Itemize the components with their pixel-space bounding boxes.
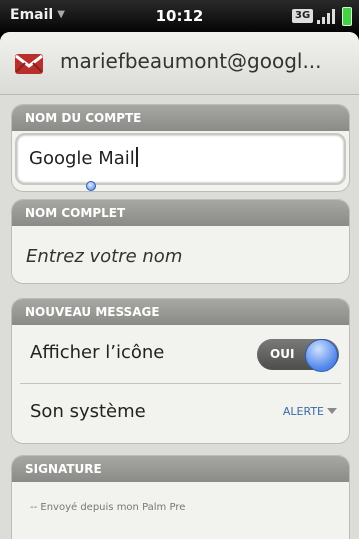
show-icon-row: Afficher l’icône OUI — [12, 325, 349, 383]
battery-icon — [342, 7, 352, 26]
show-icon-toggle[interactable]: OUI — [257, 339, 339, 372]
text-caret — [135, 147, 138, 167]
system-sound-label: Son système — [30, 401, 146, 422]
account-email: mariefbeaumont@googl... — [60, 49, 322, 73]
toggle-knob — [305, 339, 338, 372]
signal-bars-icon — [317, 9, 337, 24]
account-name-value: Google Mail — [29, 147, 138, 169]
signature-input[interactable]: -- Envoyé depuis mon Palm Pre — [30, 502, 185, 513]
system-sound-row[interactable]: Son système ALERTE — [12, 384, 349, 442]
show-icon-label: Afficher l’icône — [30, 342, 165, 363]
mail-envelope-icon — [15, 54, 43, 74]
cursor-handle-icon[interactable] — [86, 181, 96, 191]
section-title: NOM DU COMPTE — [12, 105, 349, 131]
section-title: NOUVEAU MESSAGE — [12, 299, 349, 325]
signature-section: SIGNATURE -- Envoyé depuis mon Palm Pre — [11, 455, 350, 539]
system-sound-select[interactable]: ALERTE — [283, 405, 337, 418]
dropdown-arrow-icon — [327, 408, 337, 414]
account-name-section: NOM DU COMPTE Google Mail — [11, 104, 350, 192]
section-title: NOM COMPLET — [12, 200, 349, 226]
status-bar: Email ▼ 10:12 3G — [0, 0, 359, 32]
full-name-input[interactable]: Entrez votre nom — [26, 246, 182, 267]
new-message-section: NOUVEAU MESSAGE Afficher l’icône OUI Son… — [11, 298, 350, 444]
section-title: SIGNATURE — [12, 456, 349, 482]
account-preferences-screen: mariefbeaumont@googl... NOM DU COMPTE Go… — [0, 32, 359, 539]
account-name-input[interactable]: Google Mail — [15, 133, 346, 185]
page-header: mariefbeaumont@googl... — [0, 32, 359, 95]
full-name-section: NOM COMPLET Entrez votre nom — [11, 199, 350, 284]
toggle-state: OUI — [270, 347, 295, 361]
network-type-badge: 3G — [292, 9, 314, 23]
